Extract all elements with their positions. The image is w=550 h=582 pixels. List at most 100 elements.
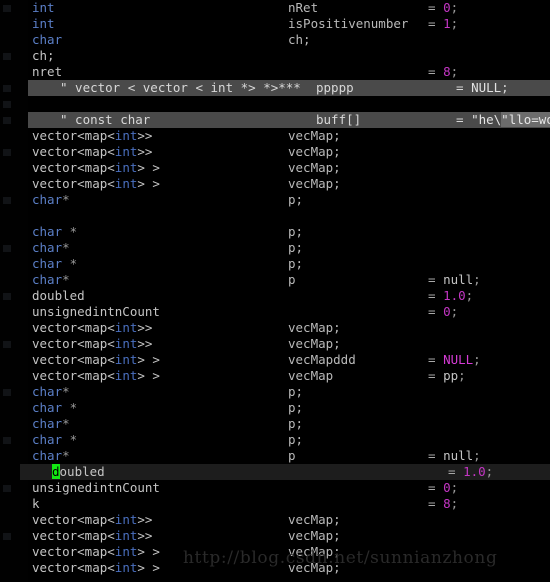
code-line-variable: vecMap; xyxy=(288,528,341,543)
code-line-assignment: = 8; xyxy=(428,496,459,511)
code-line[interactable]: char* p = null; xyxy=(0,448,550,464)
text-cursor: d xyxy=(52,464,60,479)
code-line-assignment: = 0; xyxy=(428,480,459,495)
code-line-assignment: = NULL; xyxy=(456,80,509,95)
code-line[interactable]: doubled = 1.0; xyxy=(20,464,550,480)
code-line-type: vector<map<int> > xyxy=(32,368,160,383)
code-line-variable: ppppp xyxy=(316,80,354,95)
code-line-assignment: = 1.0; xyxy=(448,464,494,479)
code-line[interactable]: char* p = null; xyxy=(0,272,550,288)
code-line[interactable]: vector<map<int>> vecMap; xyxy=(0,144,550,160)
code-line-variable: isPositivenumber xyxy=(288,16,409,31)
code-line[interactable]: vector<map<int>> vecMap; xyxy=(0,320,550,336)
code-line[interactable]: unsignedintnCount = 0; xyxy=(0,304,550,320)
code-line-type: char * xyxy=(32,400,78,415)
code-line[interactable]: char* p; xyxy=(0,384,550,400)
code-line-type: " const char xyxy=(60,112,151,127)
code-line[interactable]: nret = 8; xyxy=(0,64,550,80)
code-line-assignment: = 0; xyxy=(428,0,459,15)
code-line-assignment: = pp; xyxy=(428,368,466,383)
code-line-assignment: = NULL; xyxy=(428,352,481,367)
code-line[interactable]: char * p; xyxy=(0,256,550,272)
code-line[interactable]: vector<map<int> > vecMap; xyxy=(0,560,550,576)
code-line-type: vector<map<int> > xyxy=(32,352,160,367)
code-line-type: unsignedintnCount xyxy=(32,304,160,319)
code-line-assignment: = 8; xyxy=(428,64,459,79)
code-line-variable: vecMap; xyxy=(288,560,341,575)
code-line-assignment: = null; xyxy=(428,272,481,287)
code-line-variable: vecMap; xyxy=(288,512,341,527)
code-line-variable: p xyxy=(288,448,296,463)
code-line[interactable]: vector<map<int>> vecMap; xyxy=(0,336,550,352)
code-line[interactable]: ch; xyxy=(0,48,550,64)
code-line-type: char * xyxy=(32,256,78,271)
code-line-type: char * xyxy=(32,224,78,239)
code-line[interactable]: char* p; xyxy=(0,416,550,432)
code-line-type: vector<map<int> > xyxy=(32,160,160,175)
code-line[interactable]: vector<map<int> > vecMap = pp; xyxy=(0,368,550,384)
code-line-type: char* xyxy=(32,240,70,255)
code-line[interactable] xyxy=(0,96,550,112)
code-line-assignment: = "he\"llo=world" xyxy=(456,112,550,128)
code-line-variable: p; xyxy=(288,240,304,255)
code-line[interactable]: char * p; xyxy=(0,224,550,240)
code-line-type: vector<map<int>> xyxy=(32,336,153,351)
code-line[interactable]: vector<map<int> > vecMap; xyxy=(0,544,550,560)
code-line-variable: buff[] xyxy=(316,112,362,127)
code-line[interactable] xyxy=(0,208,550,224)
code-line-variable: vecMap; xyxy=(288,336,341,351)
code-line-type: vector<map<int> > xyxy=(32,560,160,575)
code-line-variable: vecMapddd xyxy=(288,352,356,367)
code-line-variable: p; xyxy=(288,224,304,239)
code-line-type: ch; xyxy=(32,48,55,63)
code-line-assignment: = 0; xyxy=(428,304,459,319)
code-line-type: char xyxy=(32,32,63,47)
code-line[interactable]: " vector < vector < int *> *>*** ppppp = N… xyxy=(28,80,550,96)
code-line-type: doubled xyxy=(52,464,105,479)
code-editor[interactable]: int nRet = 0; int isPositivenumber = 1; char ch… xyxy=(0,0,550,582)
code-line[interactable]: vector<map<int> > vecMapddd = NULL; xyxy=(0,352,550,368)
code-line[interactable]: char* p; xyxy=(0,240,550,256)
code-line-variable: p; xyxy=(288,192,304,207)
code-line[interactable]: k = 8; xyxy=(0,496,550,512)
code-line-variable: p; xyxy=(288,384,304,399)
code-line-variable: p; xyxy=(288,400,304,415)
code-line-type: vector<map<int>> xyxy=(32,320,153,335)
code-line-variable: p; xyxy=(288,256,304,271)
code-line-type: char* xyxy=(32,192,70,207)
code-line-variable: ch; xyxy=(288,32,311,47)
code-line[interactable]: vector<map<int>> vecMap; xyxy=(0,528,550,544)
code-line-variable: vecMap; xyxy=(288,160,341,175)
code-line[interactable]: char * p; xyxy=(0,400,550,416)
code-line[interactable]: vector<map<int> > vecMap; xyxy=(0,176,550,192)
code-line-type: char * xyxy=(32,432,78,447)
code-line[interactable]: " const char buff[] = "he\"llo=world" xyxy=(28,112,550,128)
code-line-type: char* xyxy=(32,272,70,287)
code-line[interactable]: vector<map<int> > vecMap; xyxy=(0,160,550,176)
code-line[interactable]: char * p; xyxy=(0,432,550,448)
code-line-type: vector<map<int>> xyxy=(32,512,153,527)
code-line[interactable]: unsignedintnCount = 0; xyxy=(0,480,550,496)
code-line[interactable]: int isPositivenumber = 1; xyxy=(0,16,550,32)
code-line[interactable]: vector<map<int>> vecMap; xyxy=(0,512,550,528)
code-line[interactable]: int nRet = 0; xyxy=(0,0,550,16)
code-line-type: char* xyxy=(32,416,70,431)
code-line-type: k xyxy=(32,496,40,511)
code-line-variable: vecMap; xyxy=(288,144,341,159)
code-area[interactable]: int nRet = 0; int isPositivenumber = 1; char ch… xyxy=(0,0,550,582)
code-line-variable: vecMap xyxy=(288,368,334,383)
code-line-variable: vecMap; xyxy=(288,544,341,559)
code-line[interactable]: char ch; xyxy=(0,32,550,48)
code-line-assignment: = 1; xyxy=(428,16,459,31)
code-line-assignment: = null; xyxy=(428,448,481,463)
code-line-type: unsignedintnCount xyxy=(32,480,160,495)
code-line-type: int xyxy=(32,16,55,31)
code-line[interactable]: char* p; xyxy=(0,192,550,208)
code-line-variable: nRet xyxy=(288,0,319,15)
code-line[interactable]: doubled = 1.0; xyxy=(0,288,550,304)
code-line[interactable]: vector<map<int>> vecMap; xyxy=(0,128,550,144)
code-line-type: int xyxy=(32,0,55,15)
code-line-assignment: = 1.0; xyxy=(428,288,474,303)
code-line-type: vector<map<int>> xyxy=(32,528,153,543)
code-line-type: vector<map<int>> xyxy=(32,128,153,143)
